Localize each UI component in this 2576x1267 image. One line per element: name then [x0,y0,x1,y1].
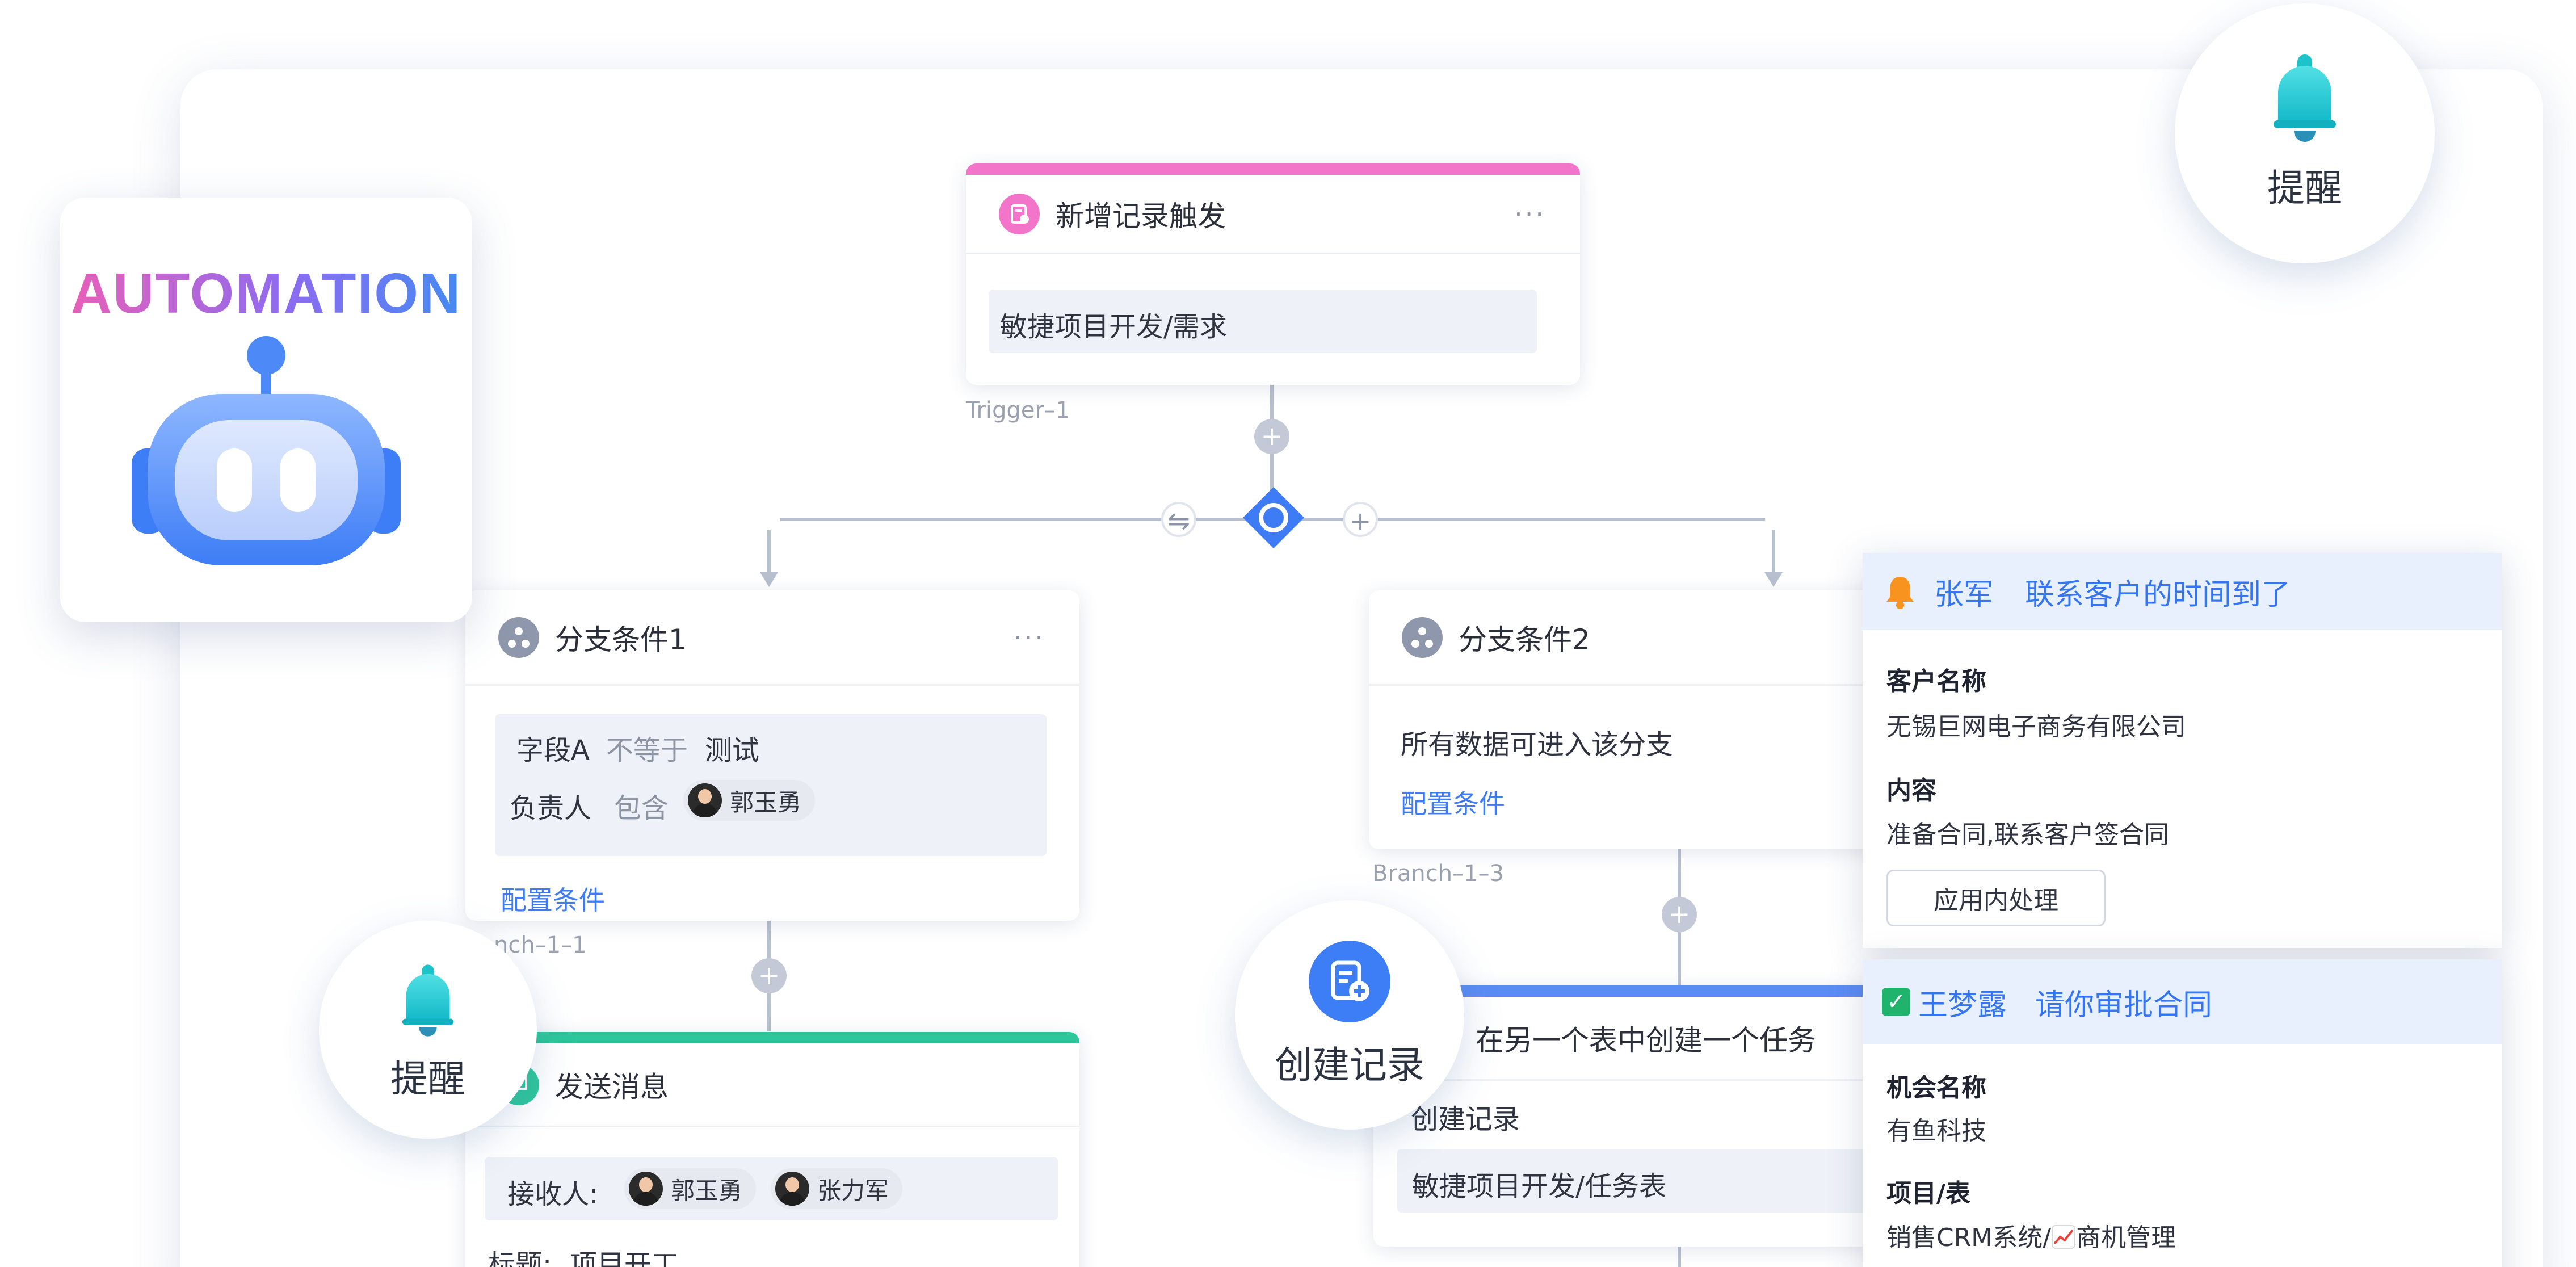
branch1-user-name: 郭玉勇 [730,788,802,816]
create-action-label: 创建记录 [1411,1104,1520,1135]
connector-to-branch2 [1772,530,1775,578]
field2-suffix: 商机管理 [2076,1223,2176,1252]
branch1-title: 分支条件1 [555,623,687,656]
create-record-label: 创建记录 [1275,1043,1424,1087]
send-message-header: 发送消息 [465,1043,1079,1127]
branch1-node[interactable]: 分支条件1 ··· 字段A 不等于 测试 负责人 包含 郭玉勇 配置条件 [465,590,1079,921]
branch2-content: 所有数据可进入该分支 [1401,729,1674,761]
field2-prefix: 销售CRM系统/ [1886,1223,2052,1252]
add-step-button[interactable]: + [1254,419,1289,454]
notification1-field1-value: 无锡巨网电子商务有限公司 [1886,712,2186,741]
branch1-user-chip[interactable]: 郭玉勇 [683,780,816,821]
avatar [688,783,722,817]
connector-create-down [1678,1243,1681,1267]
notification1-sender: 张军 [1934,577,1994,612]
add-step-button-branch1[interactable]: + [751,958,787,993]
bell-icon [1886,577,1914,609]
notification2-field1-value: 有鱼科技 [1886,1117,1986,1146]
trigger-content: 敏捷项目开发/需求 [1000,311,1228,343]
branch2-node[interactable]: 分支条件2 所有数据可进入该分支 配置条件 [1369,590,1925,849]
recipient-chip[interactable]: 张力军 [771,1168,903,1209]
recipients-label: 接收人: [507,1178,599,1210]
reminder-label-left: 提醒 [390,1057,465,1101]
recipient-name: 郭玉勇 [671,1176,743,1205]
branch-icon [498,616,539,658]
branch1-op-not-equal: 不等于 [606,735,688,766]
check-icon: ✓ [1882,988,1910,1016]
branch1-field-a: 字段A [516,735,590,766]
branch1-more-icon[interactable]: ··· [1014,622,1045,653]
connector-to-branch1 [767,530,771,578]
notification1-field1-label: 客户名称 [1886,667,1986,696]
branch1-header: 分支条件1 ··· [465,590,1079,686]
branch1-field-owner: 负责人 [510,792,592,824]
bell-icon [2274,54,2336,145]
branch1-config-link[interactable]: 配置条件 [501,880,605,917]
chart-emoji-icon [2052,1225,2076,1249]
diamond-condition-icon[interactable] [1241,485,1306,551]
record-add-icon [999,193,1040,234]
branch2-tag: Branch–1–3 [1372,861,1504,887]
branch1-op-contains: 包含 [614,792,669,824]
notification2-sender: 王梦露 [1918,988,2007,1022]
add-step-button-branch2[interactable]: + [1662,897,1697,932]
notification2-field2-label: 项目/表 [1886,1179,1971,1208]
notification1-field2-label: 内容 [1886,776,1936,805]
automation-card: AUTOMATION [60,198,472,622]
automation-title: AUTOMATION [60,261,472,326]
create-record-icon [1309,941,1390,1022]
notification2-message: 请你审批合同 [2035,988,2213,1022]
arrow-to-branch1 [760,572,778,587]
trigger-title: 新增记录触发 [1056,199,1226,233]
branch2-config-link[interactable]: 配置条件 [1401,783,1505,821]
notification2-field1-label: 机会名称 [1886,1073,1986,1102]
reminder-bubble-left: 提醒 [319,921,537,1139]
recipient-name: 张力军 [817,1176,889,1205]
branch2-header: 分支条件2 [1369,590,1925,686]
send-message-node[interactable]: 发送消息 接收人: 郭玉勇 张力军 标题: 项目开工 [465,1032,1079,1267]
trigger-tag: Trigger–1 [966,397,1070,423]
branch2-title: 分支条件2 [1459,623,1590,656]
create-record-bubble: 创建记录 [1235,900,1464,1130]
robot-icon [132,336,401,565]
notification1-message: 联系客户的时间到了 [2025,577,2291,612]
reminder-label-top: 提醒 [2267,166,2342,210]
avatar [629,1172,663,1206]
notification-panel-2[interactable]: ✓ 王梦露 请你审批合同 机会名称 有鱼科技 项目/表 销售CRM系统/商机管理 [1863,959,2502,1267]
recipient-chip[interactable]: 郭玉勇 [624,1168,757,1209]
in-app-handle-button[interactable]: 应用内处理 [1886,870,2106,926]
subject-label: 标题: [488,1249,552,1267]
message-accent-bar [465,1032,1079,1043]
bell-icon [402,964,454,1039]
create-task-title: 在另一个表中创建一个任务 [1476,1023,1816,1057]
add-branch-button[interactable]: + [1343,502,1378,537]
arrow-to-branch2 [1764,572,1783,587]
notification1-header: 张军 联系客户的时间到了 [1863,553,2502,630]
trigger-accent-bar [966,163,1580,175]
notification-panel-1[interactable]: 张军 联系客户的时间到了 客户名称 无锡巨网电子商务有限公司 内容 准备合同,联… [1863,553,2502,948]
trigger-node[interactable]: 新增记录触发 ··· 敏捷项目开发/需求 [966,163,1580,385]
avatar [775,1172,809,1206]
notification2-field2-value: 销售CRM系统/商机管理 [1886,1217,2176,1253]
swap-branch-button[interactable]: ⇋ [1161,502,1196,537]
trigger-header: 新增记录触发 ··· [966,175,1580,254]
reminder-bubble-top: 提醒 [2175,3,2435,263]
branch1-tag: nch–1–1 [494,932,587,958]
send-message-title: 发送消息 [555,1070,669,1104]
branch1-value-test: 测试 [705,735,760,766]
create-target: 敏捷项目开发/任务表 [1412,1170,1667,1202]
branch-icon [1402,616,1443,658]
trigger-more-icon[interactable]: ··· [1514,199,1546,229]
notification2-header: ✓ 王梦露 请你审批合同 [1863,959,2502,1044]
notification1-field2-value: 准备合同,联系客户签合同 [1886,820,2169,849]
automation-promo-screen: + ⇋ + + + 新增记录触发 ··· 敏捷项目开发/需求 Trigger–1… [0,0,2576,1267]
subject-value: 项目开工 [570,1249,679,1267]
